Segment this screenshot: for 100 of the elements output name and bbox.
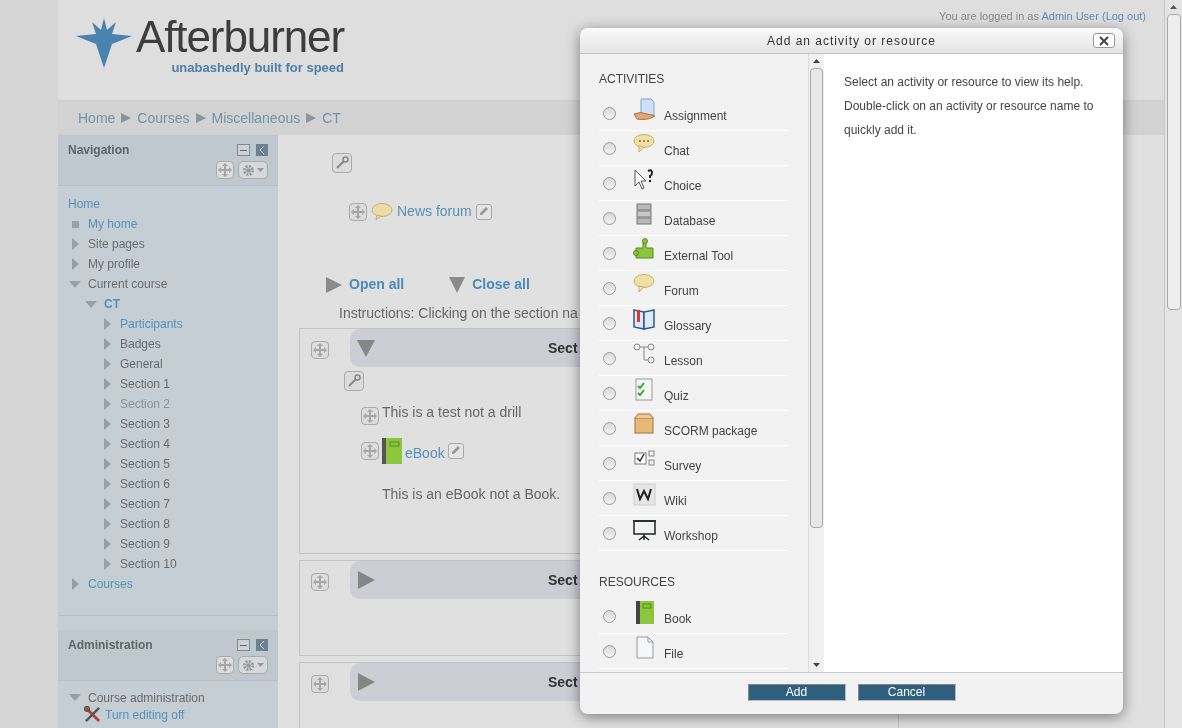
tree-item[interactable]: My home	[88, 215, 138, 233]
scroll-up-icon[interactable]	[1170, 5, 1177, 9]
logout-link[interactable]: (Log out)	[1101, 10, 1146, 22]
move-icon[interactable]	[216, 656, 234, 674]
move-icon[interactable]	[361, 441, 379, 460]
collapsed-arrow-icon[interactable]	[356, 672, 376, 692]
radio-button[interactable]	[603, 106, 616, 120]
scroll-down-icon[interactable]	[813, 663, 820, 667]
activity-option[interactable]: SCORM package	[599, 411, 788, 446]
page-scrollbar-thumb[interactable]	[1166, 14, 1181, 310]
radio-button[interactable]	[603, 246, 616, 260]
dock-icon[interactable]	[256, 639, 268, 651]
wrench-icon[interactable]	[344, 371, 364, 391]
activity-option[interactable]: Chat	[599, 131, 788, 166]
radio-button[interactable]	[603, 456, 616, 470]
move-icon[interactable]	[311, 675, 329, 693]
tree-item[interactable]: Badges	[120, 335, 161, 353]
radio-button[interactable]	[603, 141, 616, 155]
tree-item[interactable]: My profile	[88, 255, 140, 273]
tree-item[interactable]: Section 2	[120, 395, 171, 413]
radio-button[interactable]	[603, 526, 616, 540]
tree-item[interactable]: Section 3	[120, 415, 171, 433]
expanded-arrow-icon[interactable]	[84, 300, 98, 308]
tree-item[interactable]: Section 1	[120, 375, 171, 393]
tree-item[interactable]: Course administration	[88, 688, 205, 707]
tree-item[interactable]: Site pages	[88, 235, 145, 253]
radio-button[interactable]	[603, 211, 616, 225]
tree-item[interactable]: Home	[68, 195, 100, 213]
radio-button[interactable]	[603, 316, 616, 330]
activity-option[interactable]: Choice	[599, 166, 788, 201]
tree-item[interactable]: Participants	[120, 315, 183, 333]
radio-button[interactable]	[603, 644, 616, 658]
list-scrollbar-thumb[interactable]	[810, 68, 823, 528]
breadcrumb-link[interactable]: Home	[78, 107, 116, 129]
wrench-icon[interactable]	[332, 153, 352, 173]
activity-option[interactable]: Lesson	[599, 341, 788, 376]
activity-option[interactable]: Quiz	[599, 376, 788, 411]
activity-link[interactable]: eBook	[405, 443, 445, 464]
activity-option[interactable]: Wiki	[599, 481, 788, 516]
move-icon[interactable]	[311, 573, 329, 591]
activity-link[interactable]: News forum	[397, 201, 472, 222]
user-link[interactable]: Admin User	[1041, 10, 1099, 22]
edit-icon[interactable]	[447, 442, 464, 459]
minimize-icon[interactable]	[237, 639, 250, 651]
tree-item[interactable]: Courses	[88, 575, 133, 593]
tree-item[interactable]: Current course	[88, 275, 168, 293]
tree-item[interactable]: CT	[104, 295, 120, 313]
book-icon	[382, 437, 402, 464]
move-icon[interactable]	[311, 341, 329, 359]
activity-option[interactable]: Forum	[599, 271, 788, 306]
tree-item[interactable]: Section 8	[120, 515, 171, 533]
dialog-button[interactable]: Cancel	[857, 684, 956, 701]
move-icon[interactable]	[216, 161, 234, 179]
activity-option[interactable]: Survey	[599, 446, 788, 481]
tree-item[interactable]: Section 4	[120, 435, 171, 453]
tree-item[interactable]: Section 7	[120, 495, 171, 513]
activity-option[interactable]: Workshop	[599, 516, 788, 551]
settings-icon[interactable]	[238, 161, 268, 179]
settings-icon[interactable]	[238, 656, 268, 674]
expanded-arrow-icon[interactable]	[68, 694, 82, 701]
collapsed-arrow-icon[interactable]	[356, 570, 376, 590]
activity-option[interactable]: Glossary	[599, 306, 788, 341]
tree-item[interactable]: Turn editing off	[105, 705, 185, 724]
breadcrumb-link[interactable]: CT	[322, 107, 341, 129]
radio-button[interactable]	[603, 176, 616, 190]
activity-option[interactable]: Book	[599, 599, 788, 634]
section-title: Sect	[548, 338, 578, 358]
breadcrumb-link[interactable]: Courses	[137, 107, 190, 129]
tree-item[interactable]: Section 5	[120, 455, 171, 473]
close-all-link[interactable]: Close all	[448, 274, 530, 295]
tree-item[interactable]: Section 10	[120, 555, 177, 573]
activity-option[interactable]: Database	[599, 201, 788, 236]
instructions-text: Instructions: Clicking on the section na	[339, 304, 578, 323]
move-icon[interactable]	[349, 202, 367, 221]
dialog-button[interactable]: Add	[747, 684, 846, 701]
activity-option[interactable]: File	[599, 634, 788, 669]
activity-option[interactable]: Assignment	[599, 96, 788, 131]
option-label: Forum	[664, 283, 699, 300]
radio-button[interactable]	[603, 421, 616, 435]
minimize-icon[interactable]	[237, 144, 250, 156]
radio-button[interactable]	[603, 281, 616, 295]
open-all-link[interactable]: Open all	[325, 274, 405, 295]
tree-item[interactable]: Section 9	[120, 535, 171, 553]
radio-button[interactable]	[603, 491, 616, 505]
expanded-arrow-icon[interactable]	[356, 338, 376, 358]
radio-button[interactable]	[603, 351, 616, 365]
tree-item[interactable]: General	[120, 355, 163, 373]
activity-option[interactable]: External Tool	[599, 236, 788, 271]
breadcrumb-link[interactable]: Miscellaneous	[211, 107, 301, 129]
scroll-up-icon[interactable]	[813, 59, 820, 63]
close-button[interactable]	[1093, 33, 1115, 48]
logo-tagline: unabashedly built for speed	[171, 60, 344, 76]
edit-icon[interactable]	[475, 203, 492, 220]
tree-item[interactable]: Section 6	[120, 475, 171, 493]
radio-button[interactable]	[603, 609, 616, 623]
open-book-icon	[633, 307, 656, 331]
move-icon[interactable]	[361, 407, 379, 425]
dock-icon[interactable]	[256, 144, 268, 156]
radio-button[interactable]	[603, 386, 616, 400]
expanded-arrow-icon[interactable]	[68, 280, 82, 288]
